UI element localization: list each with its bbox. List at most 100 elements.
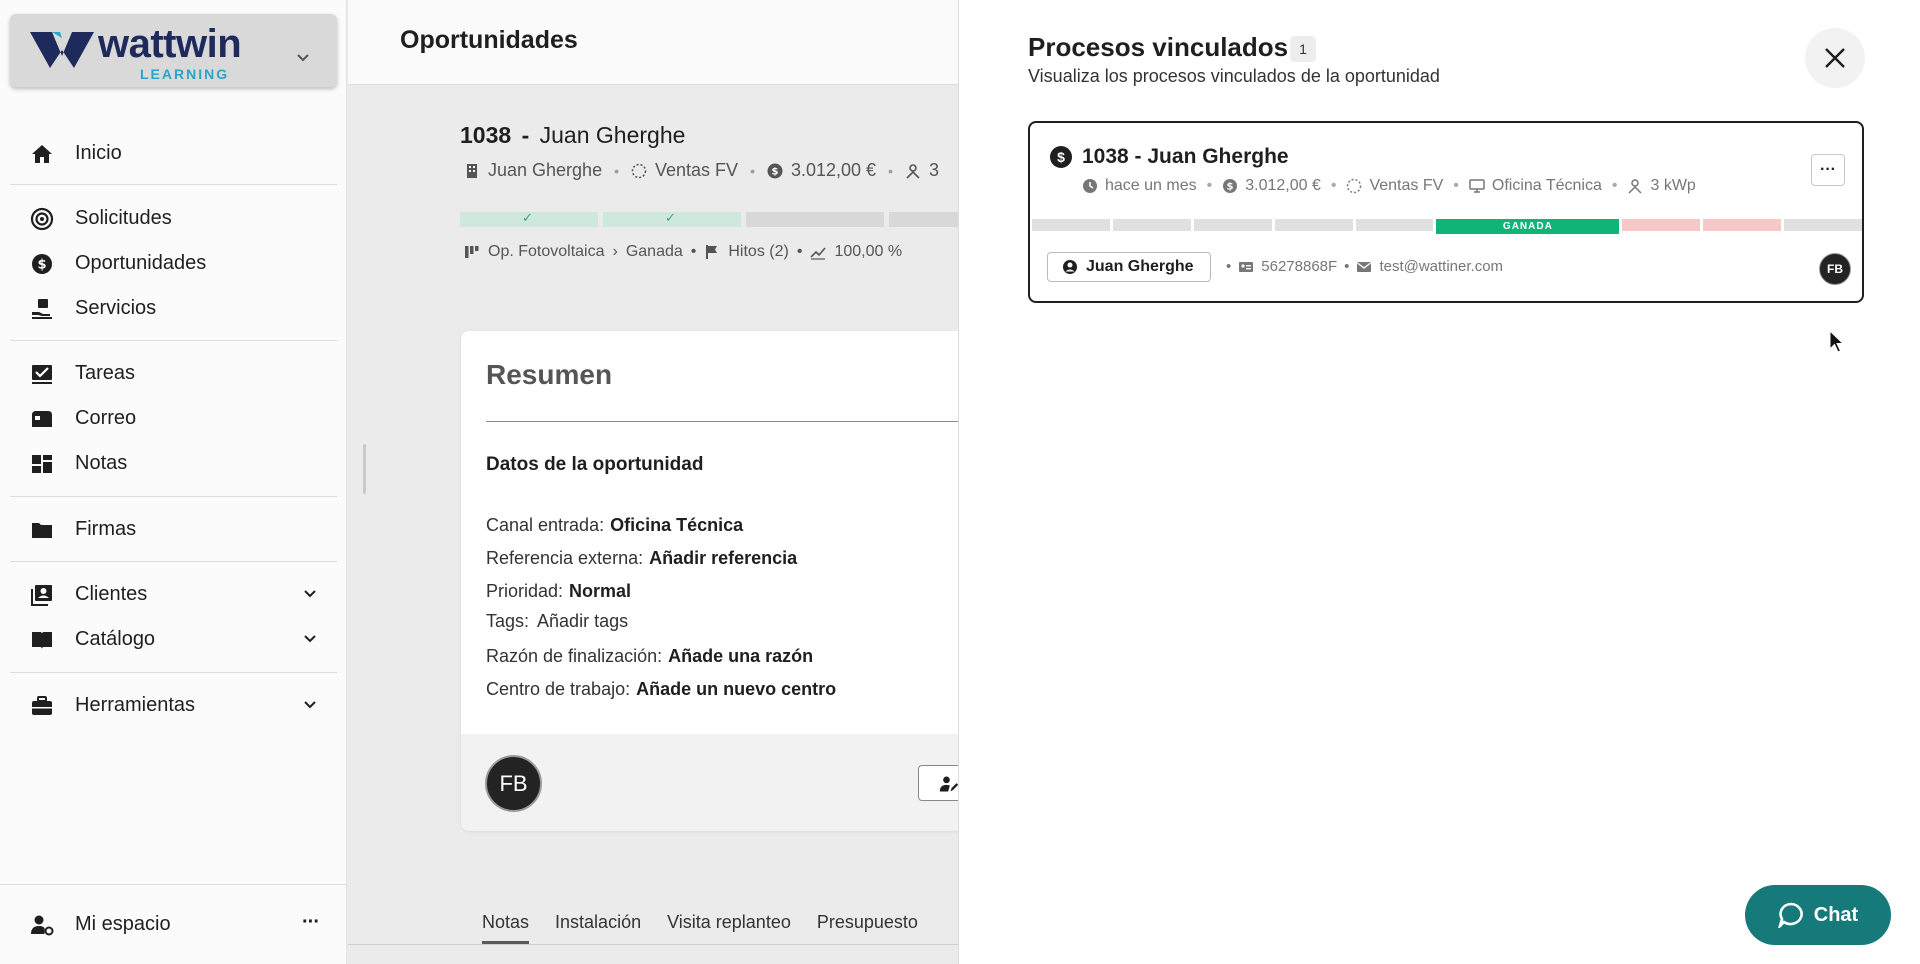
avatar[interactable]: FB bbox=[485, 755, 542, 812]
sidebar-item-label: Solicitudes bbox=[75, 206, 172, 229]
stage-segment[interactable] bbox=[603, 210, 741, 227]
process-channel: Ventas FV bbox=[1369, 177, 1444, 194]
sidebar-item-label: Inicio bbox=[75, 141, 122, 164]
field-value[interactable]: Añadir tags bbox=[537, 611, 628, 631]
workspace-switcher[interactable]: wattwin LEARNING bbox=[10, 14, 337, 87]
process-amount: 3.012,00 € bbox=[1245, 177, 1321, 194]
separator-dot: • bbox=[1344, 258, 1350, 275]
separator-dot: • bbox=[796, 243, 803, 260]
tab-visita-replanteo[interactable]: Visita replanteo bbox=[667, 912, 791, 945]
more-options-button[interactable]: ··· bbox=[1811, 154, 1845, 186]
pipeline-process[interactable]: Op. Fotovoltaica bbox=[488, 243, 605, 261]
client-chip[interactable]: Juan Gherghe bbox=[1047, 252, 1211, 282]
separator-dot: • bbox=[1206, 177, 1213, 194]
stage-segment[interactable] bbox=[1355, 219, 1434, 231]
pipeline-milestones[interactable]: Hitos (2) bbox=[728, 243, 788, 261]
field-razon-finalizacion: Razón de finalización: Añade una razón bbox=[486, 646, 813, 667]
sidebar-item-correo[interactable]: Correo bbox=[10, 397, 337, 439]
stage-segment[interactable] bbox=[1274, 219, 1353, 231]
sidebar-item-catalogo[interactable]: Catálogo bbox=[10, 618, 337, 660]
sidebar-item-solicitudes[interactable]: Solicitudes bbox=[10, 197, 337, 239]
service-icon bbox=[32, 299, 52, 319]
sidebar-item-label: Correo bbox=[75, 406, 137, 429]
opportunity-name: Juan Gherghe bbox=[539, 122, 686, 148]
stage-segment-won[interactable]: GANADA bbox=[1436, 219, 1620, 234]
client-email[interactable]: test@wattiner.com bbox=[1379, 258, 1503, 275]
logo-text: wattwin bbox=[98, 22, 242, 66]
stage-segment[interactable] bbox=[1112, 219, 1191, 231]
logo-subtitle: LEARNING bbox=[140, 66, 230, 82]
separator-dot: • bbox=[1453, 177, 1459, 194]
sidebar-item-label: Tareas bbox=[75, 361, 136, 384]
field-value[interactable]: Añadir referencia bbox=[649, 548, 797, 568]
pipeline-stage[interactable]: Ganada bbox=[626, 243, 683, 261]
sidebar-item-tareas[interactable]: Tareas bbox=[10, 352, 337, 394]
field-value[interactable]: Añade un nuevo centro bbox=[636, 679, 836, 699]
meta-client[interactable]: Juan Gherghe bbox=[488, 160, 602, 181]
user-circle-icon bbox=[1063, 260, 1077, 274]
chat-bubble-icon bbox=[1777, 902, 1803, 928]
trend-up-icon bbox=[810, 247, 827, 260]
chat-button[interactable]: Chat bbox=[1745, 885, 1891, 945]
stage-segment[interactable] bbox=[1193, 219, 1272, 231]
stage-segment[interactable] bbox=[746, 212, 884, 227]
sidebar-item-clientes[interactable]: Clientes bbox=[10, 573, 337, 615]
mail-icon bbox=[1357, 261, 1372, 272]
clients-icon bbox=[31, 585, 52, 606]
process-office: Oficina Técnica bbox=[1491, 177, 1602, 194]
clock-icon bbox=[1083, 179, 1097, 193]
meta-channel: Ventas FV bbox=[655, 160, 739, 180]
field-label: Centro de trabajo: bbox=[486, 679, 631, 699]
avatar[interactable]: FB bbox=[1819, 253, 1851, 285]
notes-icon bbox=[32, 455, 52, 473]
chevron-down-icon bbox=[297, 54, 309, 62]
field-value[interactable]: Añade una razón bbox=[668, 646, 813, 666]
field-label: Prioridad: bbox=[486, 581, 564, 601]
field-tags: Tags: Añadir tags bbox=[486, 611, 628, 632]
stage-segment-lost[interactable] bbox=[1622, 219, 1701, 231]
process-title-text: 1038 - Juan Gherghe bbox=[1082, 145, 1289, 168]
dollar-icon: $ bbox=[32, 254, 52, 274]
tab-instalacion[interactable]: Instalación bbox=[555, 912, 641, 945]
process-card[interactable]: $ 1038 - Juan Gherghe hace un mes • $ 3.… bbox=[1028, 121, 1864, 303]
flag-icon bbox=[706, 245, 718, 259]
divider bbox=[10, 340, 337, 341]
chevron-down-icon bbox=[304, 635, 316, 643]
sidebar-item-oportunidades[interactable]: $ Oportunidades bbox=[10, 242, 337, 284]
stage-segment-lost[interactable] bbox=[1703, 219, 1782, 231]
monitor-icon bbox=[1469, 179, 1485, 193]
sidebar-resize-handle[interactable] bbox=[363, 444, 366, 494]
field-label: Razón de finalización: bbox=[486, 646, 663, 666]
summary-card: Resumen Datos de la oportunidad Canal en… bbox=[461, 331, 958, 831]
sidebar-item-label: Catálogo bbox=[75, 627, 156, 650]
meta-amount: 3.012,00 € bbox=[790, 160, 877, 180]
tab-presupuesto[interactable]: Presupuesto bbox=[817, 912, 918, 945]
field-value[interactable]: Normal bbox=[569, 581, 631, 601]
separator-dot: • bbox=[750, 162, 755, 179]
field-value[interactable]: Oficina Técnica bbox=[610, 515, 743, 535]
task-icon bbox=[32, 365, 52, 384]
close-button[interactable] bbox=[1805, 28, 1865, 88]
sidebar-item-mi-espacio[interactable]: Mi espacio ··· bbox=[10, 903, 337, 945]
power-icon bbox=[1628, 179, 1643, 194]
stage-segment[interactable] bbox=[889, 212, 958, 227]
svg-text:$: $ bbox=[37, 258, 46, 273]
sidebar-item-notas[interactable]: Notas bbox=[10, 442, 337, 484]
stage-segment[interactable] bbox=[460, 210, 598, 227]
assign-user-button[interactable] bbox=[918, 765, 958, 801]
sidebar-item-firmas[interactable]: Firmas bbox=[10, 508, 337, 550]
divider bbox=[348, 944, 958, 945]
more-options-button[interactable]: ··· bbox=[302, 911, 320, 934]
process-meta: hace un mes • $ 3.012,00 € • Ventas FV •… bbox=[1082, 177, 1696, 195]
stage-segment[interactable] bbox=[1032, 219, 1110, 231]
sidebar-item-servicios[interactable]: Servicios bbox=[10, 287, 337, 329]
sidebar-item-herramientas[interactable]: Herramientas bbox=[10, 684, 337, 726]
opportunity-id: 1038 bbox=[460, 122, 512, 148]
process-power: 3 kWp bbox=[1650, 177, 1696, 194]
sidebar-item-inicio[interactable]: Inicio bbox=[10, 132, 337, 174]
stage-segment[interactable] bbox=[1784, 219, 1862, 231]
divider bbox=[10, 672, 337, 673]
tab-notas[interactable]: Notas bbox=[482, 912, 530, 945]
toolbox-icon bbox=[32, 696, 52, 715]
separator-dot: • bbox=[1330, 177, 1337, 194]
